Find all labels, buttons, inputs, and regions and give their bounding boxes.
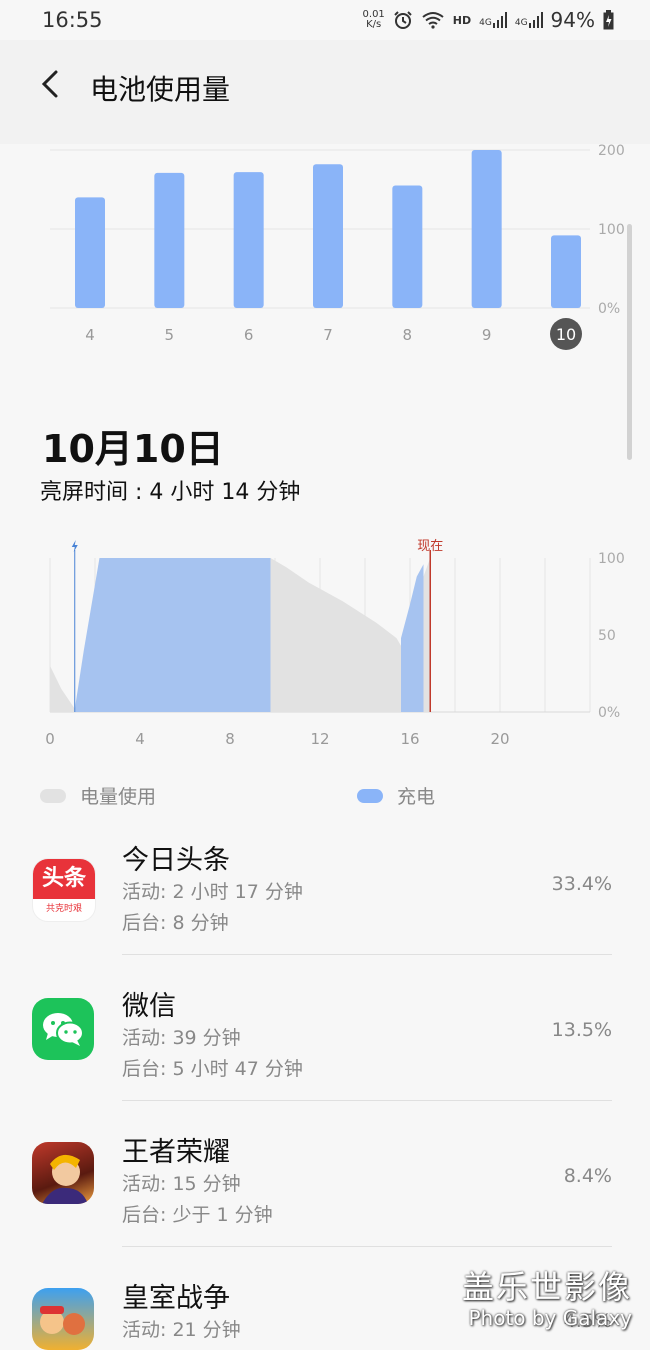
x-tick-label: 8 (225, 730, 235, 748)
x-tick-label: 4 (135, 730, 145, 748)
wechat-icon (32, 998, 94, 1060)
app-row-toutiao[interactable]: 头条 共克时艰 今日头条 活动: 2 小时 17 分钟 后台: 8 分钟 33.… (0, 832, 650, 978)
legend-charge-label: 充电 (397, 786, 436, 808)
legend-charge-swatch (357, 788, 383, 803)
x-tick-label: 5 (165, 326, 175, 344)
app-background-time: 后台: 8 分钟 (122, 912, 229, 934)
battery-percent: 94% (550, 8, 595, 32)
signal-icon (528, 12, 543, 28)
lightning-icon (71, 540, 78, 552)
status-bar: 16:55 0.01 K/s HD 4G 4G 94% (0, 0, 650, 40)
daily-battery-chart-svg: 现在 100 50 0% 0 4 8 12 16 20 (45, 539, 625, 748)
weekly-usage-chart[interactable]: 200 100 0% 4 5 6 7 8 9 10 (0, 143, 650, 364)
app-header: 电池使用量 (0, 40, 650, 144)
wifi-icon (422, 12, 444, 29)
status-icons: 0.01 K/s HD 4G 4G 94% (363, 8, 614, 32)
charge-area (74, 558, 271, 712)
legend-usage: 电量使用 (40, 782, 156, 809)
y-tick-label: 200 (598, 144, 625, 159)
y-tick-label: 0% (598, 301, 620, 317)
app-battery-percent: 8.4% (563, 1165, 612, 1187)
x-tick-label: 8 (403, 326, 413, 344)
clash-character-icon (40, 1306, 85, 1335)
legend-usage-swatch (40, 788, 66, 803)
app-name: 今日头条 (122, 845, 230, 876)
x-tick-label: 20 (490, 730, 509, 748)
app-name: 皇室战争 (122, 1283, 230, 1314)
bar (551, 235, 581, 308)
y-tick-label: 100 (598, 551, 625, 567)
wechat-bubbles-icon (43, 1013, 84, 1046)
app-battery-percent: 13.5% (551, 1019, 612, 1041)
honor-of-kings-icon (32, 1142, 94, 1204)
app-active-time: 活动: 15 分钟 (122, 1173, 241, 1195)
x-tick-label: 16 (400, 730, 419, 748)
status-time: 16:55 (42, 8, 103, 32)
signal-icon (492, 12, 507, 28)
x-tick-label: 7 (323, 326, 333, 344)
screen-on-time: 亮屏时间 : 4 小时 14 分钟 (40, 480, 301, 505)
bar (313, 164, 343, 308)
hd-label: HD (452, 13, 472, 27)
bar (154, 172, 185, 308)
bar (233, 172, 264, 308)
app-active-time: 活动: 21 分钟 (122, 1319, 241, 1341)
bar (392, 185, 423, 308)
x-tick-label: 0 (45, 730, 55, 748)
app-active-time: 活动: 2 小时 17 分钟 (122, 881, 303, 903)
divider (122, 1246, 612, 1247)
back-arrow-icon[interactable] (36, 64, 66, 104)
app-battery-percent: 33.4% (551, 873, 612, 895)
y-tick-label: 100 (598, 222, 625, 238)
app-active-time: 活动: 39 分钟 (122, 1027, 241, 1049)
scrollbar[interactable] (627, 224, 632, 460)
weekly-bar-chart-svg: 200 100 0% 4 5 6 7 8 9 10 (50, 143, 625, 350)
legend-usage-label: 电量使用 (80, 786, 157, 808)
selected-date: 10月10日 (42, 427, 224, 471)
divider (122, 954, 612, 955)
signal-4g-2: 4G (515, 12, 543, 28)
daily-battery-chart: 现在 100 50 0% 0 4 8 12 16 20 (0, 530, 650, 750)
bar (471, 150, 502, 308)
x-tick-label: 9 (482, 326, 492, 344)
app-name: 微信 (122, 991, 176, 1022)
battery-charging-icon (603, 10, 614, 30)
signal-4g-1: 4G (479, 12, 507, 28)
app-background-time: 后台: 少于 1 分钟 (122, 1204, 273, 1226)
app-row-wechat[interactable]: 微信 活动: 39 分钟 后台: 5 小时 47 分钟 13.5% (0, 978, 650, 1124)
now-label: 现在 (417, 539, 443, 554)
bar (75, 197, 105, 308)
camera-watermark: 盖乐世影像 Photo by Galaxy (461, 1268, 632, 1330)
charge-area (401, 564, 424, 712)
toutiao-icon: 头条 共克时艰 (32, 858, 96, 922)
app-row-honor-of-kings[interactable]: 王者荣耀 活动: 15 分钟 后台: 少于 1 分钟 8.4% (0, 1124, 650, 1270)
x-tick-label: 4 (85, 326, 95, 344)
page-title: 电池使用量 (90, 73, 231, 106)
x-tick-label: 6 (244, 326, 254, 344)
app-name: 王者荣耀 (122, 1137, 230, 1168)
network-speed: 0.01 K/s (362, 9, 385, 30)
clash-royale-icon (32, 1288, 94, 1350)
y-tick-label: 50 (598, 628, 616, 644)
app-background-time: 后台: 5 小时 47 分钟 (122, 1058, 303, 1080)
hero-portrait-icon (42, 1154, 88, 1204)
legend-charge: 充电 (357, 782, 435, 809)
divider (122, 1100, 612, 1101)
x-tick-label: 10 (556, 325, 576, 344)
y-tick-label: 0% (598, 705, 620, 721)
x-tick-label: 12 (310, 730, 329, 748)
alarm-icon (394, 11, 412, 29)
